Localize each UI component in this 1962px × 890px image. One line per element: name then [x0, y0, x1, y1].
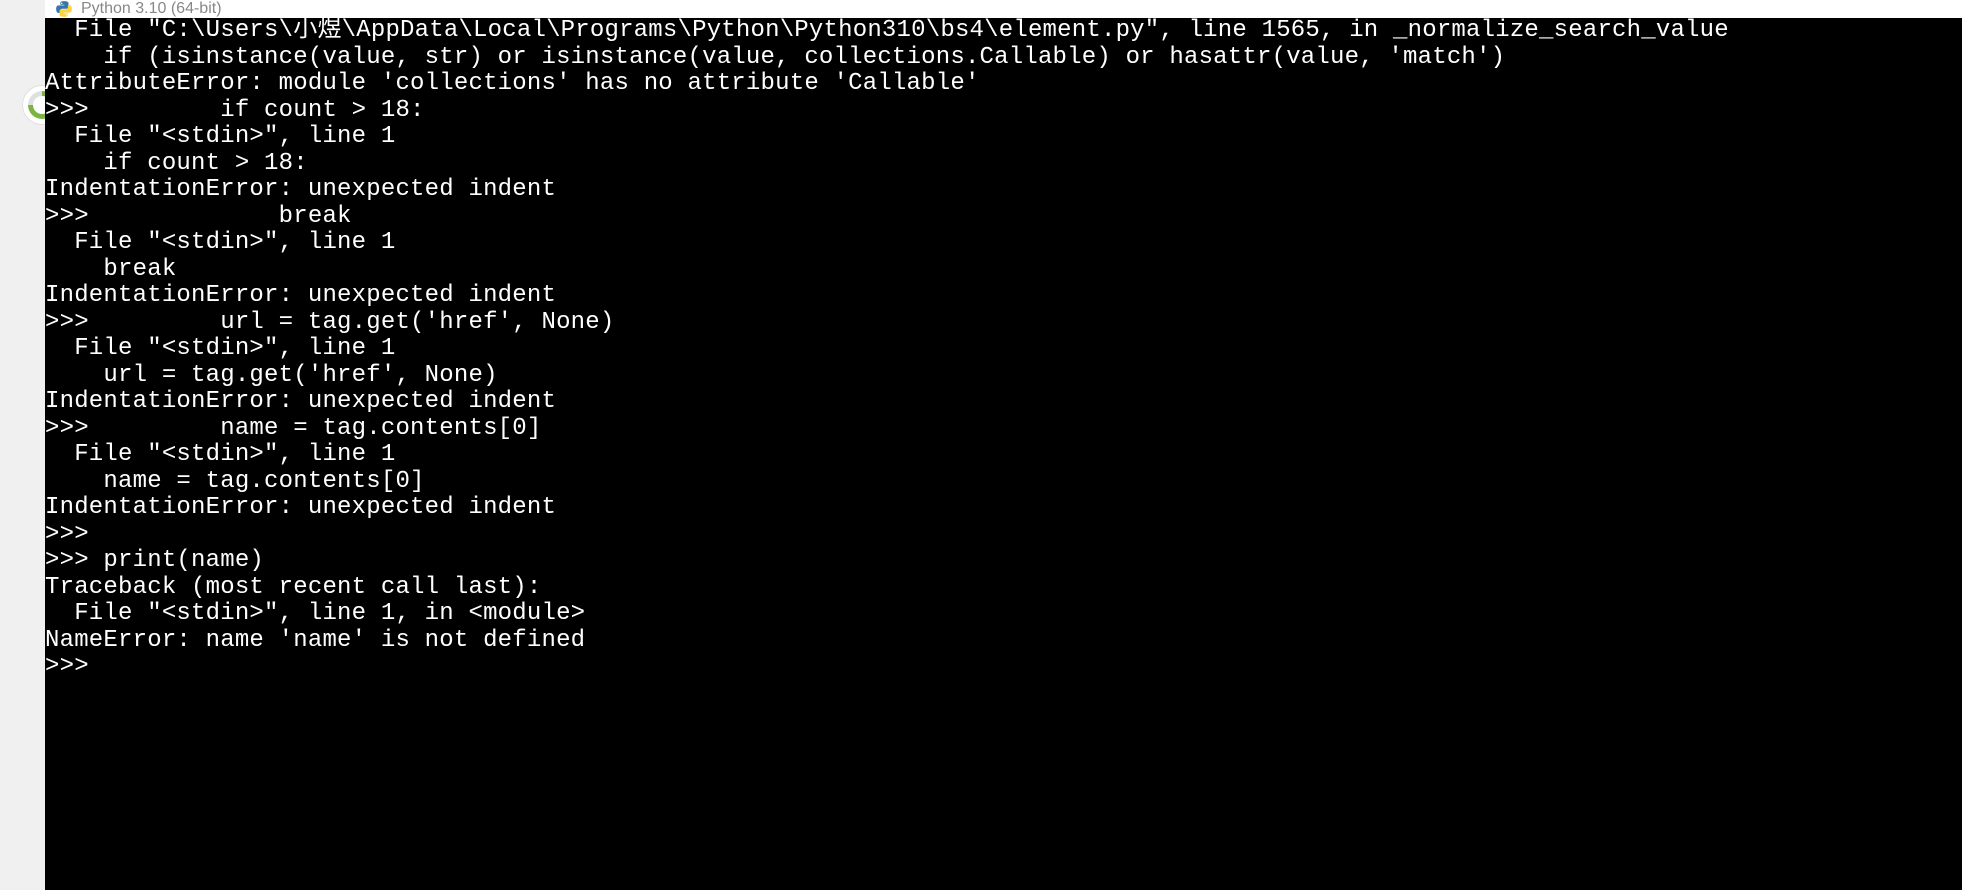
- terminal-line: File "<stdin>", line 1: [45, 442, 1962, 469]
- terminal-line: >>> url = tag.get('href', None): [45, 310, 1962, 337]
- terminal-line: >>>: [45, 522, 1962, 549]
- terminal-line: >>> print(name): [45, 548, 1962, 575]
- python-console-window: Python 3.10 (64-bit) File "C:\Users\小煜\A…: [45, 0, 1962, 890]
- terminal-line: >>>: [45, 654, 1962, 681]
- terminal-line: IndentationError: unexpected indent: [45, 177, 1962, 204]
- terminal-line: if (isinstance(value, str) or isinstance…: [45, 45, 1962, 72]
- terminal-line: IndentationError: unexpected indent: [45, 495, 1962, 522]
- terminal-line: IndentationError: unexpected indent: [45, 283, 1962, 310]
- terminal-line: >>> if count > 18:: [45, 98, 1962, 125]
- terminal-line: IndentationError: unexpected indent: [45, 389, 1962, 416]
- terminal-line: url = tag.get('href', None): [45, 363, 1962, 390]
- terminal-line: name = tag.contents[0]: [45, 469, 1962, 496]
- terminal-line: NameError: name 'name' is not defined: [45, 628, 1962, 655]
- window-title: Python 3.10 (64-bit): [81, 0, 222, 18]
- terminal-line: File "<stdin>", line 1: [45, 230, 1962, 257]
- terminal-line: AttributeError: module 'collections' has…: [45, 71, 1962, 98]
- terminal-line: File "<stdin>", line 1, in <module>: [45, 601, 1962, 628]
- terminal-output[interactable]: File "C:\Users\小煜\AppData\Local\Programs…: [45, 18, 1962, 890]
- terminal-line: if count > 18:: [45, 151, 1962, 178]
- terminal-line: File "<stdin>", line 1: [45, 336, 1962, 363]
- terminal-line: File "<stdin>", line 1: [45, 124, 1962, 151]
- terminal-line: File "C:\Users\小煜\AppData\Local\Programs…: [45, 18, 1962, 45]
- titlebar: Python 3.10 (64-bit): [45, 0, 1962, 18]
- terminal-line: break: [45, 257, 1962, 284]
- python-icon: [55, 0, 73, 18]
- terminal-line: >>> break: [45, 204, 1962, 231]
- terminal-line: >>> name = tag.contents[0]: [45, 416, 1962, 443]
- terminal-line: Traceback (most recent call last):: [45, 575, 1962, 602]
